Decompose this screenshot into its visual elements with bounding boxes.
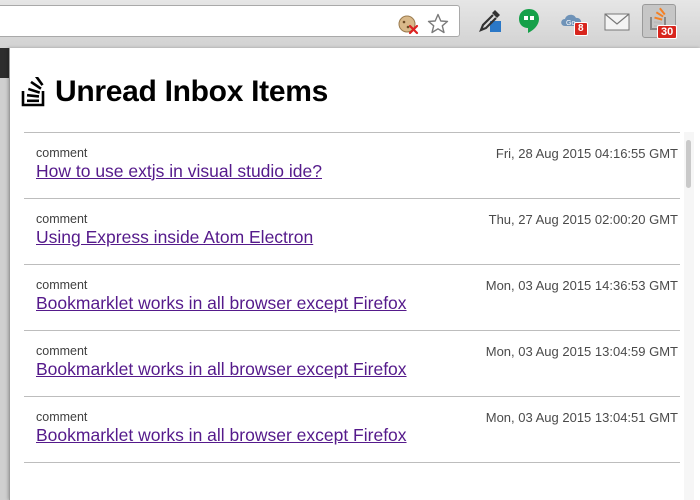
list-item: comment Mon, 03 Aug 2015 13:04:59 GMT Bo… <box>24 330 680 396</box>
blocked-cookie-icon[interactable] <box>397 13 419 35</box>
browser-toolbar: Go 8 30 <box>0 0 700 49</box>
hangouts-icon <box>519 9 539 33</box>
item-title-link[interactable]: How to use extjs in visual studio ide? <box>36 161 322 182</box>
inbox-list: comment Fri, 28 Aug 2015 04:16:55 GMT Ho… <box>24 132 680 463</box>
scroll-thumb[interactable] <box>686 140 691 188</box>
item-type: comment <box>36 278 88 292</box>
notification-badge: 30 <box>657 25 678 39</box>
item-type: comment <box>36 410 88 424</box>
item-title-link[interactable]: Using Express inside Atom Electron <box>36 227 313 248</box>
item-type: comment <box>36 344 88 358</box>
mail-icon <box>604 13 630 31</box>
popup-scrollbar[interactable] <box>684 132 694 500</box>
popup-caret <box>658 85 676 96</box>
stack-overflow-logo-icon <box>21 77 45 107</box>
eyedropper-icon <box>479 10 501 32</box>
item-date: Mon, 03 Aug 2015 13:04:51 GMT <box>485 410 678 425</box>
item-date: Mon, 03 Aug 2015 13:04:59 GMT <box>485 344 678 359</box>
address-bar[interactable] <box>0 5 460 37</box>
item-title-link[interactable]: Bookmarklet works in all browser except … <box>36 293 407 314</box>
list-item: comment Fri, 28 Aug 2015 04:16:55 GMT Ho… <box>24 132 680 198</box>
inbox-popup: Unread Inbox Items comment Fri, 28 Aug 2… <box>9 48 700 500</box>
item-date: Mon, 03 Aug 2015 14:36:53 GMT <box>485 278 678 293</box>
item-title-link[interactable]: Bookmarklet works in all browser except … <box>36 359 407 380</box>
list-item: comment Mon, 03 Aug 2015 13:04:51 GMT Bo… <box>24 396 680 463</box>
item-type: comment <box>36 146 88 160</box>
cloud-sync-extension[interactable]: Go 8 <box>557 6 588 36</box>
list-item: comment Thu, 27 Aug 2015 02:00:20 GMT Us… <box>24 198 680 264</box>
item-type: comment <box>36 212 88 226</box>
item-date: Thu, 27 Aug 2015 02:00:20 GMT <box>488 212 678 227</box>
hangouts-extension[interactable] <box>514 6 544 36</box>
star-icon[interactable] <box>427 13 449 35</box>
eyedropper-extension[interactable] <box>475 6 505 36</box>
item-date: Fri, 28 Aug 2015 04:16:55 GMT <box>495 146 678 161</box>
stackexchange-extension[interactable]: 30 <box>642 4 678 39</box>
item-title-link[interactable]: Bookmarklet works in all browser except … <box>36 425 407 446</box>
page-title: Unread Inbox Items <box>55 75 328 108</box>
popup-header: Unread Inbox Items <box>21 72 328 112</box>
list-item: comment Mon, 03 Aug 2015 14:36:53 GMT Bo… <box>24 264 680 330</box>
notification-badge: 8 <box>574 22 588 36</box>
mail-extension[interactable] <box>602 6 632 36</box>
